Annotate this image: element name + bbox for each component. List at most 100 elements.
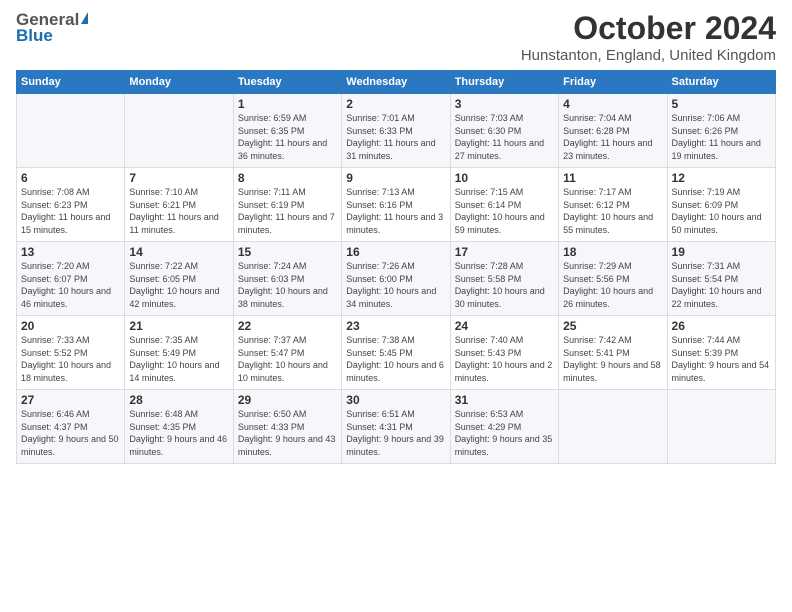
calendar-cell: 20Sunrise: 7:33 AMSunset: 5:52 PMDayligh… <box>17 316 125 390</box>
calendar-cell: 16Sunrise: 7:26 AMSunset: 6:00 PMDayligh… <box>342 242 450 316</box>
calendar-cell: 10Sunrise: 7:15 AMSunset: 6:14 PMDayligh… <box>450 168 558 242</box>
calendar-week-row-2: 6Sunrise: 7:08 AMSunset: 6:23 PMDaylight… <box>17 168 776 242</box>
day-info: Sunrise: 6:46 AMSunset: 4:37 PMDaylight:… <box>21 408 120 458</box>
day-info: Sunrise: 6:50 AMSunset: 4:33 PMDaylight:… <box>238 408 337 458</box>
calendar-cell: 24Sunrise: 7:40 AMSunset: 5:43 PMDayligh… <box>450 316 558 390</box>
day-number: 14 <box>129 245 228 259</box>
calendar-week-row-4: 20Sunrise: 7:33 AMSunset: 5:52 PMDayligh… <box>17 316 776 390</box>
day-number: 13 <box>21 245 120 259</box>
day-info: Sunrise: 7:44 AMSunset: 5:39 PMDaylight:… <box>672 334 771 384</box>
day-info: Sunrise: 7:10 AMSunset: 6:21 PMDaylight:… <box>129 186 228 236</box>
calendar-cell: 14Sunrise: 7:22 AMSunset: 6:05 PMDayligh… <box>125 242 233 316</box>
day-info: Sunrise: 7:42 AMSunset: 5:41 PMDaylight:… <box>563 334 662 384</box>
calendar-cell: 9Sunrise: 7:13 AMSunset: 6:16 PMDaylight… <box>342 168 450 242</box>
day-number: 8 <box>238 171 337 185</box>
day-info: Sunrise: 7:01 AMSunset: 6:33 PMDaylight:… <box>346 112 445 162</box>
calendar-cell <box>125 94 233 168</box>
calendar-cell: 15Sunrise: 7:24 AMSunset: 6:03 PMDayligh… <box>233 242 341 316</box>
calendar-week-row-1: 1Sunrise: 6:59 AMSunset: 6:35 PMDaylight… <box>17 94 776 168</box>
day-number: 12 <box>672 171 771 185</box>
calendar-week-row-3: 13Sunrise: 7:20 AMSunset: 6:07 PMDayligh… <box>17 242 776 316</box>
day-number: 22 <box>238 319 337 333</box>
day-info: Sunrise: 6:51 AMSunset: 4:31 PMDaylight:… <box>346 408 445 458</box>
day-number: 23 <box>346 319 445 333</box>
day-info: Sunrise: 6:59 AMSunset: 6:35 PMDaylight:… <box>238 112 337 162</box>
weekday-header-tuesday: Tuesday <box>233 71 341 94</box>
day-info: Sunrise: 7:38 AMSunset: 5:45 PMDaylight:… <box>346 334 445 384</box>
calendar-cell: 26Sunrise: 7:44 AMSunset: 5:39 PMDayligh… <box>667 316 775 390</box>
day-info: Sunrise: 7:40 AMSunset: 5:43 PMDaylight:… <box>455 334 554 384</box>
day-info: Sunrise: 7:33 AMSunset: 5:52 PMDaylight:… <box>21 334 120 384</box>
day-number: 5 <box>672 97 771 111</box>
day-number: 9 <box>346 171 445 185</box>
day-info: Sunrise: 7:31 AMSunset: 5:54 PMDaylight:… <box>672 260 771 310</box>
calendar-cell: 8Sunrise: 7:11 AMSunset: 6:19 PMDaylight… <box>233 168 341 242</box>
day-number: 7 <box>129 171 228 185</box>
calendar-cell: 17Sunrise: 7:28 AMSunset: 5:58 PMDayligh… <box>450 242 558 316</box>
calendar-week-row-5: 27Sunrise: 6:46 AMSunset: 4:37 PMDayligh… <box>17 390 776 464</box>
calendar-cell: 21Sunrise: 7:35 AMSunset: 5:49 PMDayligh… <box>125 316 233 390</box>
day-number: 24 <box>455 319 554 333</box>
day-info: Sunrise: 7:13 AMSunset: 6:16 PMDaylight:… <box>346 186 445 236</box>
calendar-cell: 1Sunrise: 6:59 AMSunset: 6:35 PMDaylight… <box>233 94 341 168</box>
logo-blue: Blue <box>16 26 53 46</box>
page: General Blue October 2024 Hunstanton, En… <box>0 0 792 612</box>
day-number: 26 <box>672 319 771 333</box>
day-number: 4 <box>563 97 662 111</box>
calendar-table: SundayMondayTuesdayWednesdayThursdayFrid… <box>16 70 776 464</box>
day-number: 30 <box>346 393 445 407</box>
day-number: 27 <box>21 393 120 407</box>
day-info: Sunrise: 7:26 AMSunset: 6:00 PMDaylight:… <box>346 260 445 310</box>
day-info: Sunrise: 6:53 AMSunset: 4:29 PMDaylight:… <box>455 408 554 458</box>
day-info: Sunrise: 7:11 AMSunset: 6:19 PMDaylight:… <box>238 186 337 236</box>
day-number: 31 <box>455 393 554 407</box>
day-info: Sunrise: 7:28 AMSunset: 5:58 PMDaylight:… <box>455 260 554 310</box>
calendar-cell: 25Sunrise: 7:42 AMSunset: 5:41 PMDayligh… <box>559 316 667 390</box>
calendar-cell: 11Sunrise: 7:17 AMSunset: 6:12 PMDayligh… <box>559 168 667 242</box>
title-section: October 2024 Hunstanton, England, United… <box>521 10 776 64</box>
day-info: Sunrise: 7:19 AMSunset: 6:09 PMDaylight:… <box>672 186 771 236</box>
day-number: 15 <box>238 245 337 259</box>
day-info: Sunrise: 7:03 AMSunset: 6:30 PMDaylight:… <box>455 112 554 162</box>
day-number: 21 <box>129 319 228 333</box>
calendar-cell <box>667 390 775 464</box>
day-number: 16 <box>346 245 445 259</box>
calendar-cell: 27Sunrise: 6:46 AMSunset: 4:37 PMDayligh… <box>17 390 125 464</box>
calendar-cell: 13Sunrise: 7:20 AMSunset: 6:07 PMDayligh… <box>17 242 125 316</box>
day-number: 6 <box>21 171 120 185</box>
day-info: Sunrise: 7:08 AMSunset: 6:23 PMDaylight:… <box>21 186 120 236</box>
day-info: Sunrise: 7:04 AMSunset: 6:28 PMDaylight:… <box>563 112 662 162</box>
day-number: 17 <box>455 245 554 259</box>
month-title: October 2024 <box>521 10 776 47</box>
day-info: Sunrise: 6:48 AMSunset: 4:35 PMDaylight:… <box>129 408 228 458</box>
day-number: 20 <box>21 319 120 333</box>
weekday-header-saturday: Saturday <box>667 71 775 94</box>
calendar-cell: 7Sunrise: 7:10 AMSunset: 6:21 PMDaylight… <box>125 168 233 242</box>
calendar-cell: 18Sunrise: 7:29 AMSunset: 5:56 PMDayligh… <box>559 242 667 316</box>
calendar-cell: 4Sunrise: 7:04 AMSunset: 6:28 PMDaylight… <box>559 94 667 168</box>
day-info: Sunrise: 7:06 AMSunset: 6:26 PMDaylight:… <box>672 112 771 162</box>
calendar-cell: 6Sunrise: 7:08 AMSunset: 6:23 PMDaylight… <box>17 168 125 242</box>
day-info: Sunrise: 7:29 AMSunset: 5:56 PMDaylight:… <box>563 260 662 310</box>
header: General Blue October 2024 Hunstanton, En… <box>16 10 776 64</box>
day-info: Sunrise: 7:24 AMSunset: 6:03 PMDaylight:… <box>238 260 337 310</box>
day-info: Sunrise: 7:20 AMSunset: 6:07 PMDaylight:… <box>21 260 120 310</box>
calendar-cell: 2Sunrise: 7:01 AMSunset: 6:33 PMDaylight… <box>342 94 450 168</box>
day-info: Sunrise: 7:35 AMSunset: 5:49 PMDaylight:… <box>129 334 228 384</box>
weekday-header-row: SundayMondayTuesdayWednesdayThursdayFrid… <box>17 71 776 94</box>
day-number: 3 <box>455 97 554 111</box>
day-number: 29 <box>238 393 337 407</box>
location: Hunstanton, England, United Kingdom <box>521 47 776 64</box>
weekday-header-thursday: Thursday <box>450 71 558 94</box>
logo-triangle-icon <box>81 12 88 24</box>
weekday-header-friday: Friday <box>559 71 667 94</box>
weekday-header-wednesday: Wednesday <box>342 71 450 94</box>
calendar-cell: 28Sunrise: 6:48 AMSunset: 4:35 PMDayligh… <box>125 390 233 464</box>
calendar-cell: 30Sunrise: 6:51 AMSunset: 4:31 PMDayligh… <box>342 390 450 464</box>
calendar-cell: 5Sunrise: 7:06 AMSunset: 6:26 PMDaylight… <box>667 94 775 168</box>
calendar-cell: 29Sunrise: 6:50 AMSunset: 4:33 PMDayligh… <box>233 390 341 464</box>
day-info: Sunrise: 7:15 AMSunset: 6:14 PMDaylight:… <box>455 186 554 236</box>
day-number: 19 <box>672 245 771 259</box>
calendar-cell <box>17 94 125 168</box>
calendar-cell: 12Sunrise: 7:19 AMSunset: 6:09 PMDayligh… <box>667 168 775 242</box>
